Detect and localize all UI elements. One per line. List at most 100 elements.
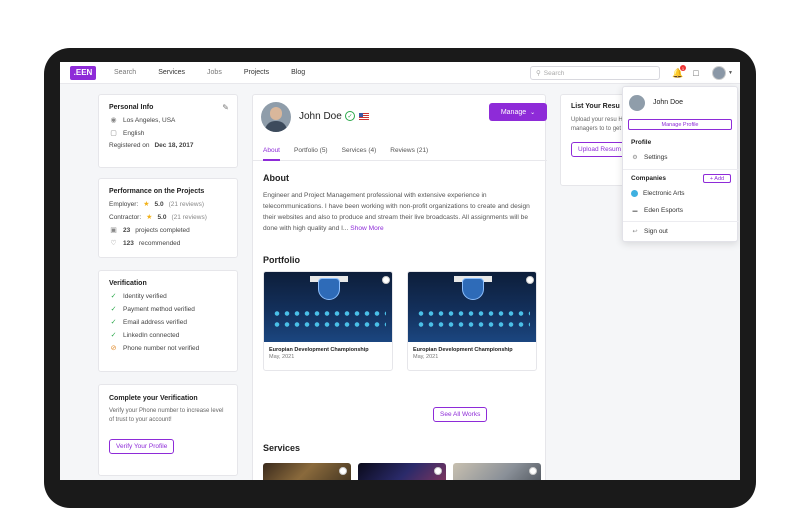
eden-esports-logo-icon: ▬ (632, 207, 638, 214)
chevron-down-icon[interactable]: ▼ (728, 70, 733, 76)
verification-item: ⊘ Phone number not verified (110, 344, 200, 353)
divider (623, 169, 739, 170)
user-avatar[interactable] (712, 66, 726, 80)
verification-card: Verification ✓ Identity verified ✓ Payment… (98, 270, 238, 372)
check-circle-icon: ✓ (110, 293, 117, 300)
services-title: Services (263, 443, 301, 453)
language-icon: ▢ (110, 130, 117, 137)
complete-verification-title: Complete your Verification (109, 395, 198, 402)
bell-icon[interactable]: 🔔 1 (672, 65, 686, 79)
logo[interactable]: .EEN (70, 65, 96, 80)
service-thumbnail[interactable] (358, 463, 446, 480)
tab-about[interactable]: About (263, 141, 280, 161)
verification-item: ✓ Email address verified (110, 318, 187, 327)
verification-item: ✓ Identity verified (110, 292, 167, 301)
performance-card: Performance on the Projects Employer: ★ … (98, 178, 238, 258)
verified-check-icon: ✓ (345, 111, 355, 121)
profile-avatar (261, 102, 291, 132)
check-circle-icon: ✓ (110, 306, 117, 313)
profile-name: John Doe (299, 111, 342, 122)
top-navbar: .EEN Search Services Jobs Projects Blog … (60, 62, 740, 84)
portfolio-item-title: Europian Development Championship (269, 347, 369, 353)
select-circle-icon[interactable] (529, 467, 537, 475)
search-icon: ⚲ (536, 70, 541, 77)
select-circle-icon[interactable] (339, 467, 347, 475)
profile-main-panel: John Doe ✓ Manage ⌄ About Portfolio (5) … (252, 94, 547, 480)
personal-info-card: Personal Info ✎ ◉ Los Angeles, USA ▢ Engli… (98, 94, 238, 168)
portfolio-thumbnail (264, 272, 392, 342)
check-circle-icon: ✓ (110, 332, 117, 339)
portfolio-item-date: May, 2021 (269, 354, 295, 360)
nav-link-blog[interactable]: Blog (291, 69, 305, 76)
tab-portfolio[interactable]: Portfolio (5) (294, 141, 328, 161)
nav-links: Search Services Jobs Projects Blog (114, 69, 327, 76)
select-circle-icon[interactable] (526, 276, 534, 284)
app-screen: .EEN Search Services Jobs Projects Blog … (60, 62, 740, 480)
select-circle-icon[interactable] (382, 276, 390, 284)
warning-circle-icon: ⊘ (110, 345, 117, 352)
dropdown-avatar (629, 95, 645, 111)
nav-link-jobs[interactable]: Jobs (207, 69, 222, 76)
select-circle-icon[interactable] (434, 467, 442, 475)
portfolio-thumbnail (408, 272, 536, 342)
thumbs-up-icon: ♡ (110, 240, 117, 247)
language-row: ▢ English (110, 129, 145, 138)
contractor-rating-row: Contractor: ★ 5.0 (21 reviews) (109, 213, 207, 222)
portfolio-item[interactable]: Europian Development Championship May, 2… (407, 271, 537, 371)
registered-row: Registered on Dec 18, 2017 (109, 142, 194, 149)
profile-heading: Profile (631, 139, 652, 146)
verify-profile-button[interactable]: Verify Your Profile (109, 439, 175, 454)
menu-item-settings[interactable]: ⚙ Settings (631, 154, 667, 161)
briefcase-icon: ▣ (110, 227, 117, 234)
manage-button[interactable]: Manage ⌄ (489, 103, 547, 121)
tab-services[interactable]: Services (4) (342, 141, 377, 161)
complete-verification-card: Complete your Verification Verify your P… (98, 384, 238, 476)
check-circle-icon: ✓ (110, 319, 117, 326)
personal-info-title: Personal Info (109, 104, 154, 111)
chevron-down-icon: ⌄ (530, 109, 536, 116)
tab-reviews[interactable]: Reviews (21) (390, 141, 428, 161)
projects-row: ▣ 23 projects completed (110, 226, 190, 235)
nav-link-search[interactable]: Search (114, 69, 136, 76)
star-icon: ★ (143, 201, 150, 208)
search-placeholder: Search (543, 69, 565, 77)
gear-icon: ⚙ (632, 155, 638, 161)
chat-icon[interactable]: □ (690, 67, 702, 79)
menu-item-company[interactable]: ▬ Eden Esports (631, 207, 684, 214)
see-all-works-button[interactable]: See All Works (433, 407, 488, 422)
dropdown-user-name: John Doe (653, 99, 683, 106)
star-icon: ★ (146, 214, 153, 221)
verification-item: ✓ Payment method verified (110, 305, 195, 314)
us-flag-icon (359, 113, 369, 120)
service-thumbnail[interactable] (263, 463, 351, 480)
employer-rating-row: Employer: ★ 5.0 (21 reviews) (109, 200, 204, 209)
menu-item-sign-out[interactable]: ↩ Sign out (631, 228, 667, 235)
search-input[interactable]: ⚲ Search (530, 66, 660, 80)
verification-item: ✓ LinkedIn connected (110, 331, 180, 340)
nav-link-services[interactable]: Services (158, 69, 185, 76)
companies-heading: Companies (631, 175, 667, 182)
service-thumbnail[interactable] (453, 463, 541, 480)
portfolio-item-title: Europian Development Championship (413, 347, 513, 353)
location-row: ◉ Los Angeles, USA (110, 116, 176, 125)
nav-link-projects[interactable]: Projects (244, 69, 269, 76)
upload-resume-button[interactable]: Upload Resum (571, 142, 628, 157)
add-company-button[interactable]: + Add (703, 174, 731, 183)
sign-out-icon: ↩ (632, 229, 638, 235)
profile-dropdown-menu: John Doe Manage Profile Profile ⚙ Settin… (622, 86, 739, 242)
complete-verification-text: Verify your Phone number to increase lev… (109, 408, 224, 423)
notification-badge: 1 (680, 65, 686, 71)
location-icon: ◉ (110, 117, 117, 124)
performance-title: Performance on the Projects (109, 188, 205, 195)
manage-profile-button[interactable]: Manage Profile (628, 119, 732, 130)
about-title: About (263, 173, 289, 183)
show-more-link[interactable]: Show More (350, 225, 383, 232)
portfolio-item[interactable]: Europian Development Championship May, 2… (263, 271, 393, 371)
pencil-icon[interactable]: ✎ (222, 103, 229, 112)
menu-item-company[interactable]: Electronic Arts (631, 190, 685, 197)
divider (623, 221, 739, 222)
about-text: Engineer and Project Management professi… (263, 192, 530, 232)
electronic-arts-logo-icon (631, 190, 638, 197)
verification-title: Verification (109, 280, 147, 287)
portfolio-item-date: May, 2021 (413, 354, 439, 360)
